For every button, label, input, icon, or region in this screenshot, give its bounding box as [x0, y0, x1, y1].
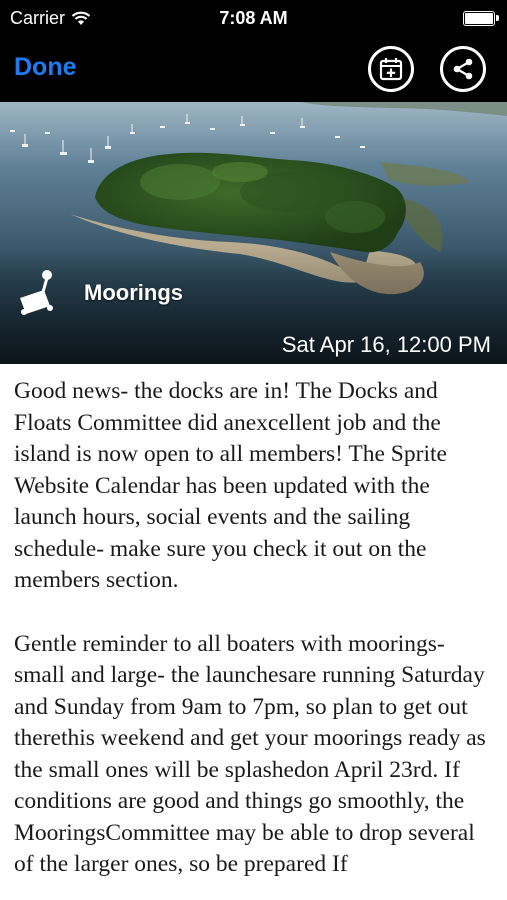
add-to-calendar-icon	[379, 58, 403, 81]
status-bar: Carrier 7:08 AM	[0, 0, 507, 38]
event-title: Moorings	[84, 280, 183, 305]
battery-icon	[463, 11, 499, 26]
paragraph: Gentle reminder to all boaters with moor…	[14, 630, 486, 878]
add-to-calendar-button[interactable]	[368, 46, 414, 92]
event-description: Good news- the docks are in! The Docks a…	[0, 364, 507, 900]
done-button[interactable]: Done	[14, 53, 77, 82]
island-aerial-photo	[0, 102, 507, 364]
share-icon	[453, 58, 473, 80]
nav-bar: Done	[0, 38, 507, 102]
paragraph: Good news- the docks are in! The Docks a…	[14, 378, 447, 593]
share-button[interactable]	[440, 46, 486, 92]
event-hero-image: Moorings Sat Apr 16, 12:00 PM	[0, 102, 507, 364]
event-date: Sat Apr 16, 12:00 PM	[281, 332, 491, 357]
mooring-buoy-icon	[20, 270, 53, 315]
status-time: 7:08 AM	[219, 8, 288, 28]
